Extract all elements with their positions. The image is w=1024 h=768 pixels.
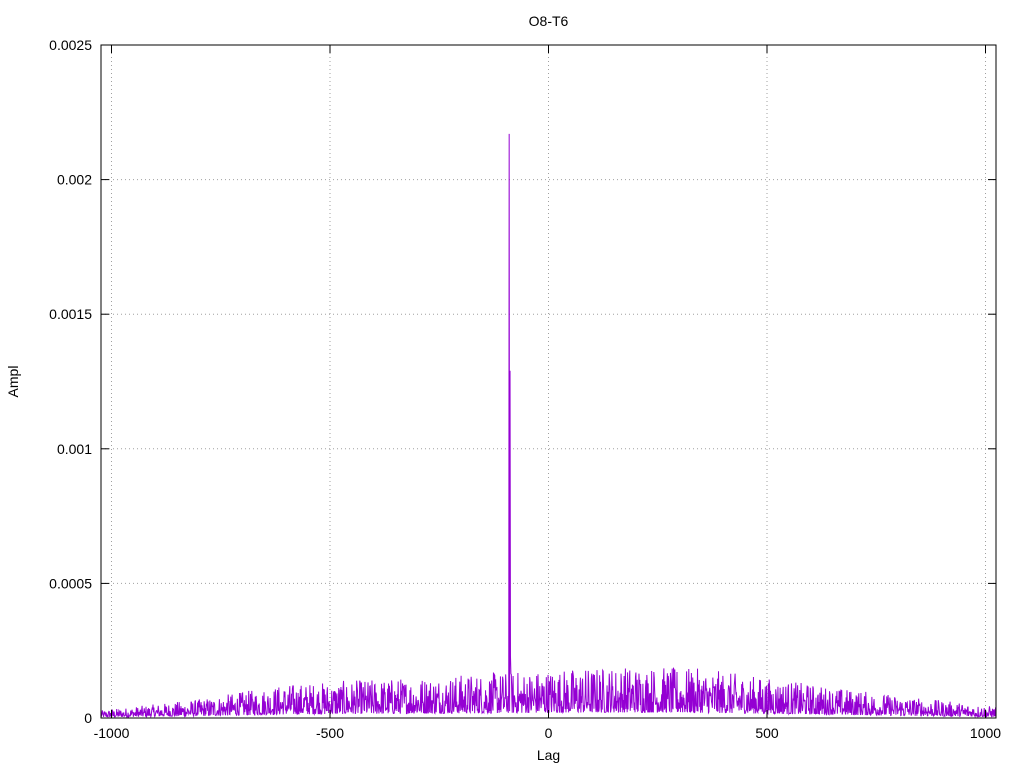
x-tick-label: 500 xyxy=(755,725,779,741)
y-tick-label: 0.001 xyxy=(57,441,92,457)
axis-ticks: -1000 -500 0 500 1000 0 0.0005 0.001 0.0015 0.002… xyxy=(49,37,1001,741)
chart-title: O8-T6 xyxy=(529,13,569,29)
y-tick-label: 0.0015 xyxy=(49,306,92,322)
y-tick-label: 0 xyxy=(84,710,92,726)
x-tick-label: 1000 xyxy=(970,725,1001,741)
x-tick-label: 0 xyxy=(545,725,553,741)
y-tick-label: 0.0005 xyxy=(49,575,92,591)
grid-lines xyxy=(101,44,996,719)
y-tick-label: 0.002 xyxy=(57,172,92,188)
x-tick-label: -1000 xyxy=(94,725,130,741)
y-tick-label: 0.0025 xyxy=(49,37,92,53)
y-axis-label: Ampl xyxy=(5,366,21,398)
chart: -1000 -500 0 500 1000 0 0.0005 0.001 0.0015 0.002… xyxy=(5,13,1001,763)
x-tick-label: -500 xyxy=(316,725,344,741)
x-axis-label: Lag xyxy=(537,747,560,763)
